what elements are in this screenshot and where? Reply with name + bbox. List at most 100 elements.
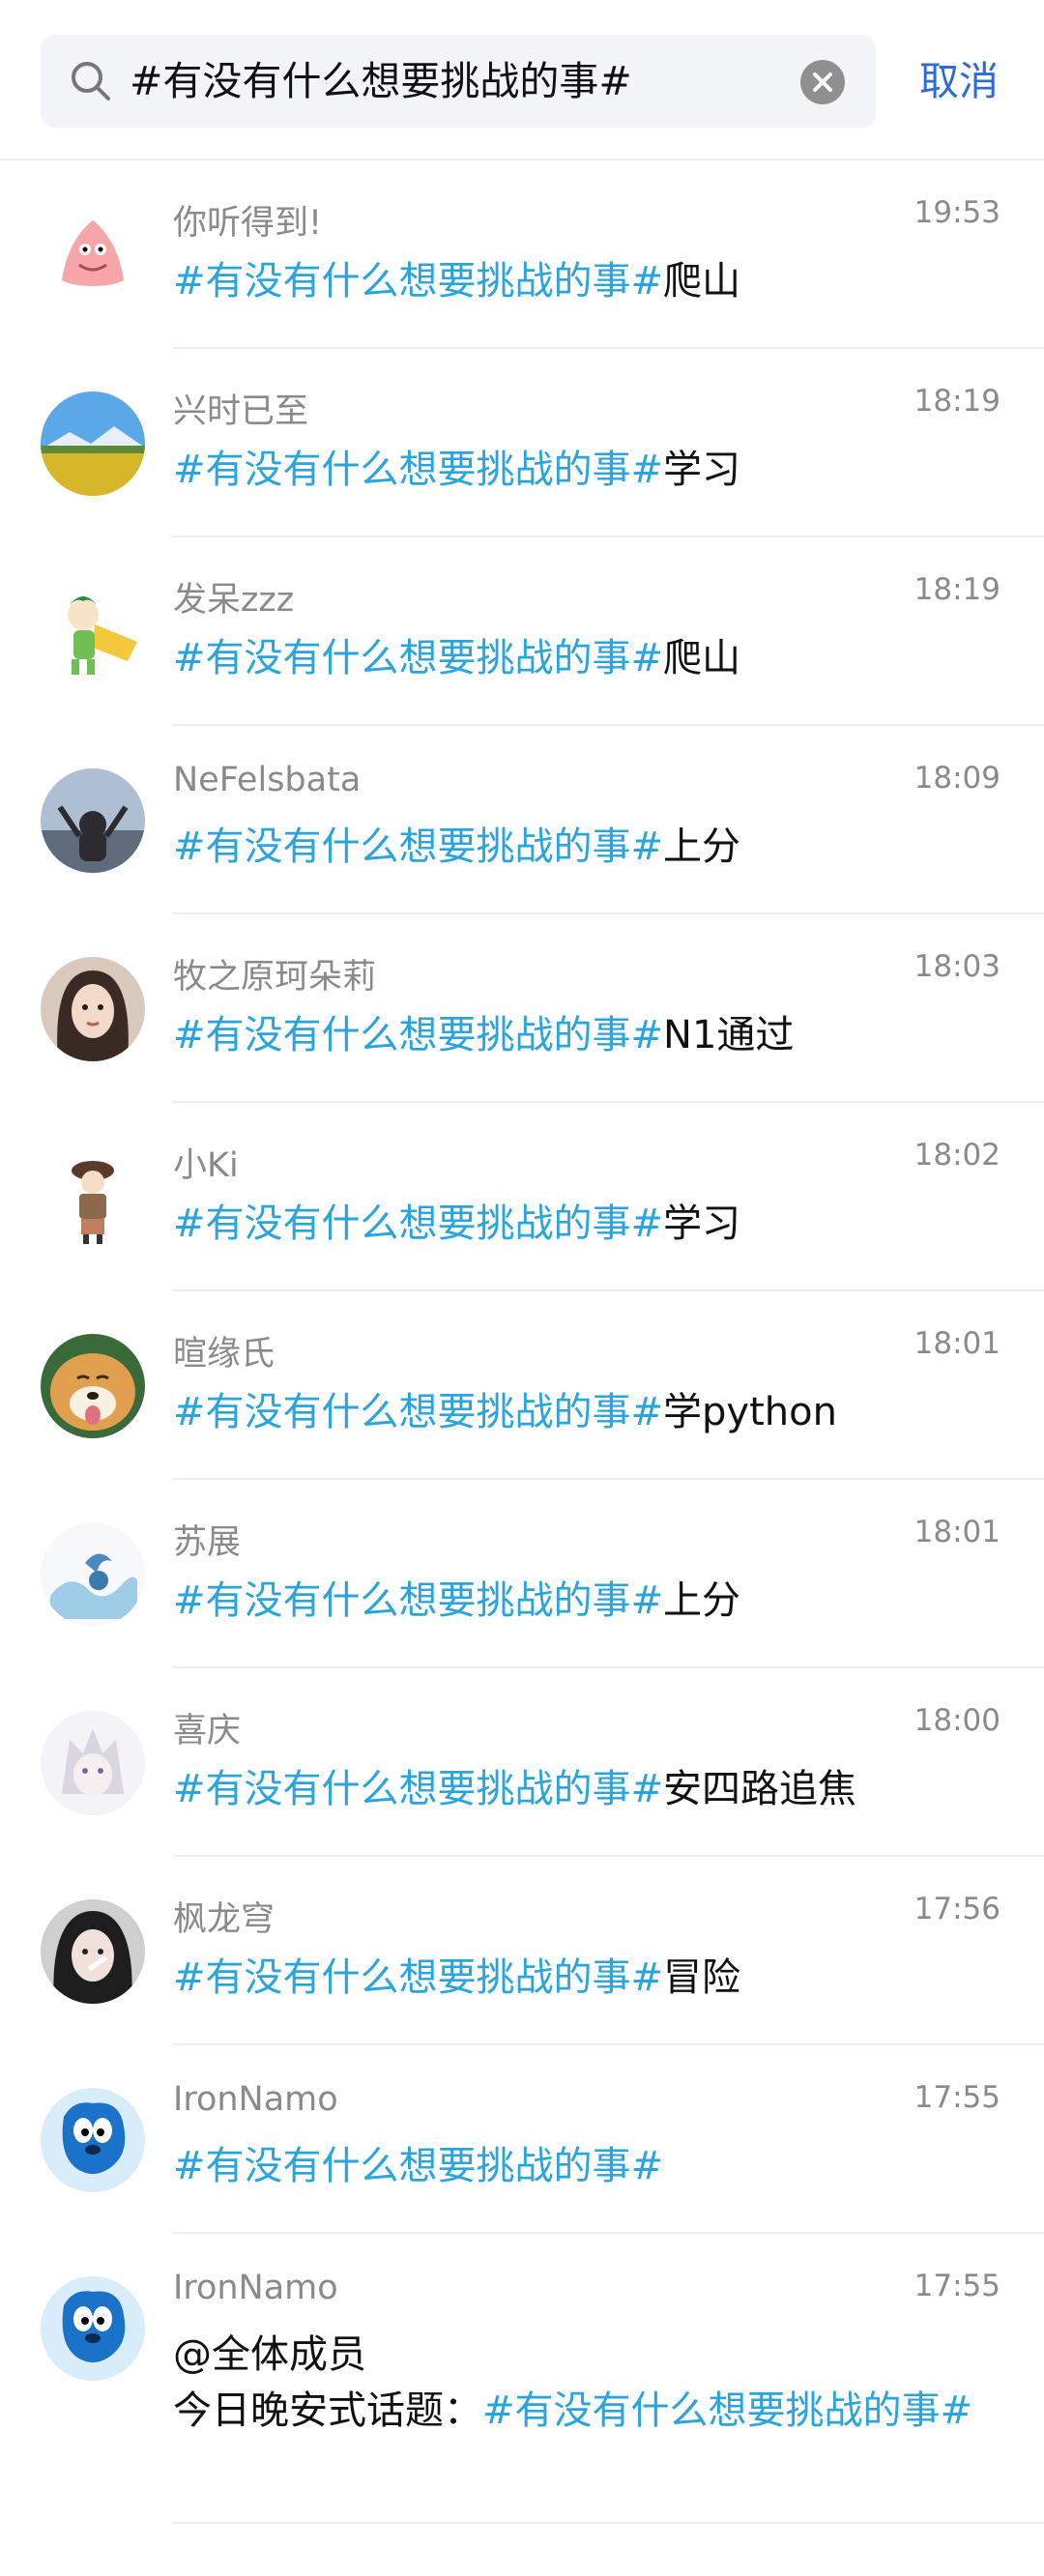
topic-link[interactable]: #有没有什么想要挑战的事#	[173, 2144, 663, 2188]
figure-avatar-icon	[41, 1145, 145, 1250]
list-item[interactable]: 苏展 18:01 #有没有什么想要挑战的事#上分	[0, 1480, 1044, 1668]
avatar[interactable]	[41, 1522, 145, 1627]
sky-avatar-icon	[41, 768, 145, 873]
dog-avatar-icon	[41, 1334, 145, 1438]
message-time: 17:55	[914, 2269, 1000, 2303]
message-body: 学python	[663, 1390, 837, 1434]
topic-link[interactable]: #有没有什么想要挑战的事#	[173, 1767, 663, 1811]
message-text: #有没有什么想要挑战的事#爬山	[173, 253, 1004, 309]
divider	[173, 2522, 1044, 2524]
message-body: 学习	[663, 1201, 741, 1246]
search-query[interactable]: #有没有什么想要挑战的事#	[130, 35, 806, 128]
landscape-avatar-icon	[41, 391, 145, 496]
message-text: #有没有什么想要挑战的事#爬山	[173, 630, 1004, 686]
sender-name: 你听得到!	[173, 204, 323, 243]
message-body: 爬山	[663, 636, 741, 680]
announcement-prefix: 今日晚安式话题：	[173, 2388, 482, 2433]
list-item[interactable]: 牧之原珂朵莉 18:03 #有没有什么想要挑战的事#N1通过	[0, 914, 1044, 1103]
list-item[interactable]: IronNamo 17:55 #有没有什么想要挑战的事#	[0, 2045, 1044, 2234]
topic-link[interactable]: #有没有什么想要挑战的事#	[173, 1578, 663, 1623]
portrait-avatar-icon	[41, 1899, 145, 2004]
sender-name: NeFelsbata	[173, 761, 362, 799]
message-text: #有没有什么想要挑战的事#冒险	[173, 1950, 1004, 2006]
avatar[interactable]	[41, 768, 145, 873]
avatar[interactable]	[41, 580, 145, 684]
girl-avatar-icon	[41, 957, 145, 1061]
blue-dog-avatar-icon	[41, 2276, 145, 2381]
sender-name: 枫龙穹	[173, 1900, 276, 1939]
message-time: 18:00	[914, 1703, 1000, 1738]
avatar[interactable]	[41, 391, 145, 496]
sender-name: IronNamo	[173, 2080, 338, 2119]
topic-link[interactable]: #有没有什么想要挑战的事#	[173, 636, 663, 680]
search-header: #有没有什么想要挑战的事# 取消	[0, 0, 1044, 160]
message-body: 安四路追焦	[663, 1767, 857, 1811]
sender-name: 喜庆	[173, 1712, 242, 1751]
message-text: @全体成员 今日晚安式话题：#有没有什么想要挑战的事#	[173, 2327, 1004, 2439]
search-input[interactable]: #有没有什么想要挑战的事#	[41, 35, 876, 128]
clear-icon[interactable]	[800, 60, 845, 104]
announcement-text: 今日晚安式话题：#有没有什么想要挑战的事#	[173, 2383, 1004, 2439]
message-text: #有没有什么想要挑战的事#上分	[173, 1573, 1004, 1629]
avatar[interactable]	[41, 957, 145, 1061]
sender-name: 暄缘氏	[173, 1335, 276, 1374]
message-body: N1通过	[663, 1013, 795, 1057]
message-body: 爬山	[663, 259, 741, 304]
message-text: #有没有什么想要挑战的事#	[173, 2138, 1004, 2194]
wave-avatar-icon	[41, 1522, 145, 1627]
message-text: #有没有什么想要挑战的事#学习	[173, 442, 1004, 498]
message-time: 18:02	[914, 1138, 1000, 1172]
cancel-button[interactable]: 取消	[914, 35, 1003, 128]
message-time: 18:01	[914, 1326, 1000, 1361]
message-body: 上分	[663, 1578, 741, 1623]
topic-link[interactable]: #有没有什么想要挑战的事#	[173, 448, 663, 492]
message-text: #有没有什么想要挑战的事#学python	[173, 1384, 1004, 1440]
message-text: #有没有什么想要挑战的事#N1通过	[173, 1007, 1004, 1063]
topic-link[interactable]: #有没有什么想要挑战的事#	[173, 825, 663, 869]
avatar[interactable]	[41, 2276, 145, 2381]
message-body: 学习	[663, 448, 741, 492]
list-item[interactable]: 枫龙穹 17:56 #有没有什么想要挑战的事#冒险	[0, 1857, 1044, 2045]
message-text: #有没有什么想要挑战的事#学习	[173, 1196, 1004, 1252]
topic-link[interactable]: #有没有什么想要挑战的事#	[173, 1201, 663, 1246]
topic-link[interactable]: #有没有什么想要挑战的事#	[173, 1013, 663, 1057]
list-item[interactable]: IronNamo 17:55 @全体成员 今日晚安式话题：#有没有什么想要挑战的…	[0, 2234, 1044, 2524]
avatar[interactable]	[41, 1145, 145, 1250]
topic-link[interactable]: #有没有什么想要挑战的事#	[173, 259, 663, 304]
cartoon-avatar-icon	[41, 580, 145, 684]
list-item[interactable]: 兴时已至 18:19 #有没有什么想要挑战的事#学习	[0, 349, 1044, 537]
message-time: 17:56	[914, 1892, 1000, 1926]
sender-name: IronNamo	[173, 2269, 338, 2307]
sender-name: 兴时已至	[173, 392, 309, 431]
anime-avatar-icon	[41, 1711, 145, 1815]
list-item[interactable]: 你听得到! 19:53 #有没有什么想要挑战的事#爬山	[0, 160, 1044, 349]
message-time: 18:19	[914, 384, 1000, 419]
avatar[interactable]	[41, 1711, 145, 1815]
message-body: 冒险	[663, 1955, 741, 2000]
message-text: #有没有什么想要挑战的事#上分	[173, 819, 1004, 875]
sender-name: 牧之原珂朵莉	[173, 958, 377, 997]
topic-link[interactable]: #有没有什么想要挑战的事#	[173, 1390, 663, 1434]
topic-link[interactable]: #有没有什么想要挑战的事#	[173, 1955, 663, 2000]
avatar[interactable]	[41, 2088, 145, 2192]
topic-link[interactable]: #有没有什么想要挑战的事#	[482, 2388, 972, 2433]
mention-text: @全体成员	[173, 2332, 366, 2377]
list-item[interactable]: 暄缘氏 18:01 #有没有什么想要挑战的事#学python	[0, 1291, 1044, 1480]
sender-name: 发呆zzz	[173, 581, 295, 620]
message-time: 18:01	[914, 1515, 1000, 1549]
message-body: 上分	[663, 825, 741, 869]
list-item[interactable]: 小Ki 18:02 #有没有什么想要挑战的事#学习	[0, 1103, 1044, 1291]
message-time: 18:19	[914, 572, 1000, 607]
avatar[interactable]	[41, 203, 145, 307]
avatar[interactable]	[41, 1334, 145, 1438]
message-time: 19:53	[914, 195, 1000, 230]
patrick-avatar-icon	[41, 203, 145, 307]
avatar[interactable]	[41, 1899, 145, 2004]
sender-name: 小Ki	[173, 1146, 239, 1185]
blue-dog-avatar-icon	[41, 2088, 145, 2192]
message-time: 17:55	[914, 2080, 1000, 2115]
list-item[interactable]: 喜庆 18:00 #有没有什么想要挑战的事#安四路追焦	[0, 1668, 1044, 1857]
message-time: 18:09	[914, 761, 1000, 796]
list-item[interactable]: NeFelsbata 18:09 #有没有什么想要挑战的事#上分	[0, 726, 1044, 914]
list-item[interactable]: 发呆zzz 18:19 #有没有什么想要挑战的事#爬山	[0, 537, 1044, 726]
